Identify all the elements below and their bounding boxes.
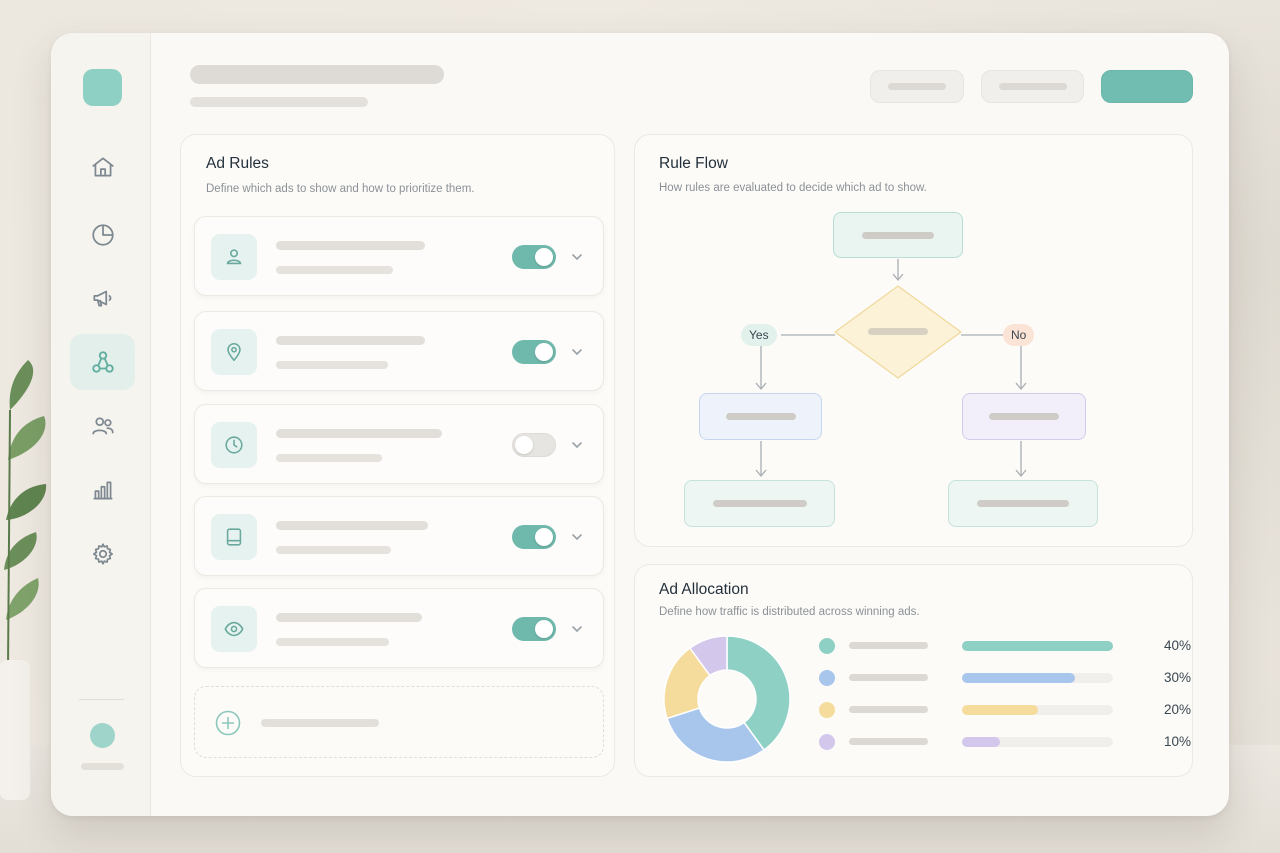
chevron-down-icon[interactable] [570,622,584,636]
allocation-percent: 40% [1163,638,1191,653]
plus-circle-icon [215,710,241,736]
rule-desc-placeholder [276,638,389,646]
allocation-row[interactable]: 40% [819,637,1191,655]
flow-yes-result-node[interactable] [684,480,835,527]
yes-label: Yes [741,324,777,346]
page-title-placeholder [190,65,444,84]
secondary-button-2[interactable] [981,70,1084,103]
rule-desc-placeholder [276,266,393,274]
rule-row[interactable] [194,311,604,391]
rule-desc-placeholder [276,361,388,369]
allocation-percent: 30% [1163,670,1191,685]
ad-name-placeholder [849,706,928,713]
rule-row[interactable] [194,216,604,296]
bar-chart-icon[interactable] [70,462,135,518]
allocation-bar-track [962,705,1113,715]
ad-allocation-subtitle: Define how traffic is distributed across… [659,606,920,618]
chevron-down-icon[interactable] [570,530,584,544]
allocation-bar-track [962,641,1113,651]
ad-rules-card: Ad Rules Define which ads to show and ho… [180,134,615,777]
rule-name-placeholder [276,613,422,622]
tablet-icon [211,514,257,560]
rule-toggle[interactable] [512,525,556,549]
legend-dot [819,638,835,654]
chevron-down-icon[interactable] [570,438,584,452]
ad-rules-subtitle: Define which ads to show and how to prio… [206,183,475,195]
allocation-bar-fill [962,641,1113,651]
rule-toggle[interactable] [512,617,556,641]
megaphone-icon[interactable] [70,270,135,326]
pie-chart-icon[interactable] [70,207,135,263]
rule-row[interactable] [194,496,604,576]
allocation-bar-fill [962,737,1000,747]
legend-dot [819,670,835,686]
rule-name-placeholder [276,241,425,250]
ad-name-placeholder [849,674,928,681]
add-rule-button[interactable] [194,686,604,758]
allocation-row[interactable]: 10% [819,733,1191,751]
chevron-down-icon[interactable] [570,250,584,264]
flow-no-node[interactable] [962,393,1086,440]
users-icon[interactable] [70,398,135,454]
rule-name-placeholder [276,336,425,345]
rule-toggle[interactable] [512,433,556,457]
sidebar [51,33,151,816]
ad-allocation-title: Ad Allocation [659,581,749,598]
allocation-bar-track [962,737,1113,747]
ad-name-placeholder [849,642,928,649]
legend-dot [819,702,835,718]
app-window: Ad Rules Define which ads to show and ho… [51,33,1229,816]
ad-rules-title: Ad Rules [206,155,269,172]
allocation-percent: 10% [1163,734,1191,749]
user-name-placeholder [81,763,124,770]
rule-flow-card: Rule Flow How rules are evaluated to dec… [634,134,1193,547]
rule-name-placeholder [276,521,428,530]
rule-row[interactable] [194,404,604,484]
location-pin-icon [211,329,257,375]
allocation-row[interactable]: 20% [819,701,1191,719]
allocation-bar-track [962,673,1113,683]
gear-icon[interactable] [70,526,135,582]
ad-allocation-card: Ad Allocation Define how traffic is dist… [634,564,1193,777]
allocation-bar-fill [962,673,1076,683]
rule-desc-placeholder [276,454,382,462]
flow-icon[interactable] [70,334,135,390]
allocation-bar-fill [962,705,1038,715]
page-subtitle-placeholder [190,97,368,107]
flow-start-node[interactable] [833,212,963,258]
ad-name-placeholder [849,738,928,745]
user-icon [211,234,257,280]
sidebar-divider [79,699,124,700]
donut-slice-2 [666,707,766,763]
allocation-percent: 20% [1163,702,1191,717]
allocation-row[interactable]: 30% [819,669,1191,687]
rule-toggle[interactable] [512,340,556,364]
rule-row[interactable] [194,588,604,668]
clock-icon [211,422,257,468]
allocation-donut-chart [663,635,791,763]
flow-decision-node[interactable] [833,284,963,380]
flow-no-result-node[interactable] [948,480,1098,527]
eye-icon [211,606,257,652]
rule-name-placeholder [276,429,442,438]
secondary-button-1[interactable] [870,70,964,103]
primary-button[interactable] [1101,70,1193,103]
add-rule-label-placeholder [261,719,379,727]
avatar[interactable] [90,723,115,748]
no-label: No [1003,324,1035,346]
rule-desc-placeholder [276,546,391,554]
legend-dot [819,734,835,750]
home-icon[interactable] [70,139,135,195]
chevron-down-icon[interactable] [570,345,584,359]
rule-toggle[interactable] [512,245,556,269]
flow-yes-node[interactable] [699,393,822,440]
app-logo[interactable] [83,69,122,106]
